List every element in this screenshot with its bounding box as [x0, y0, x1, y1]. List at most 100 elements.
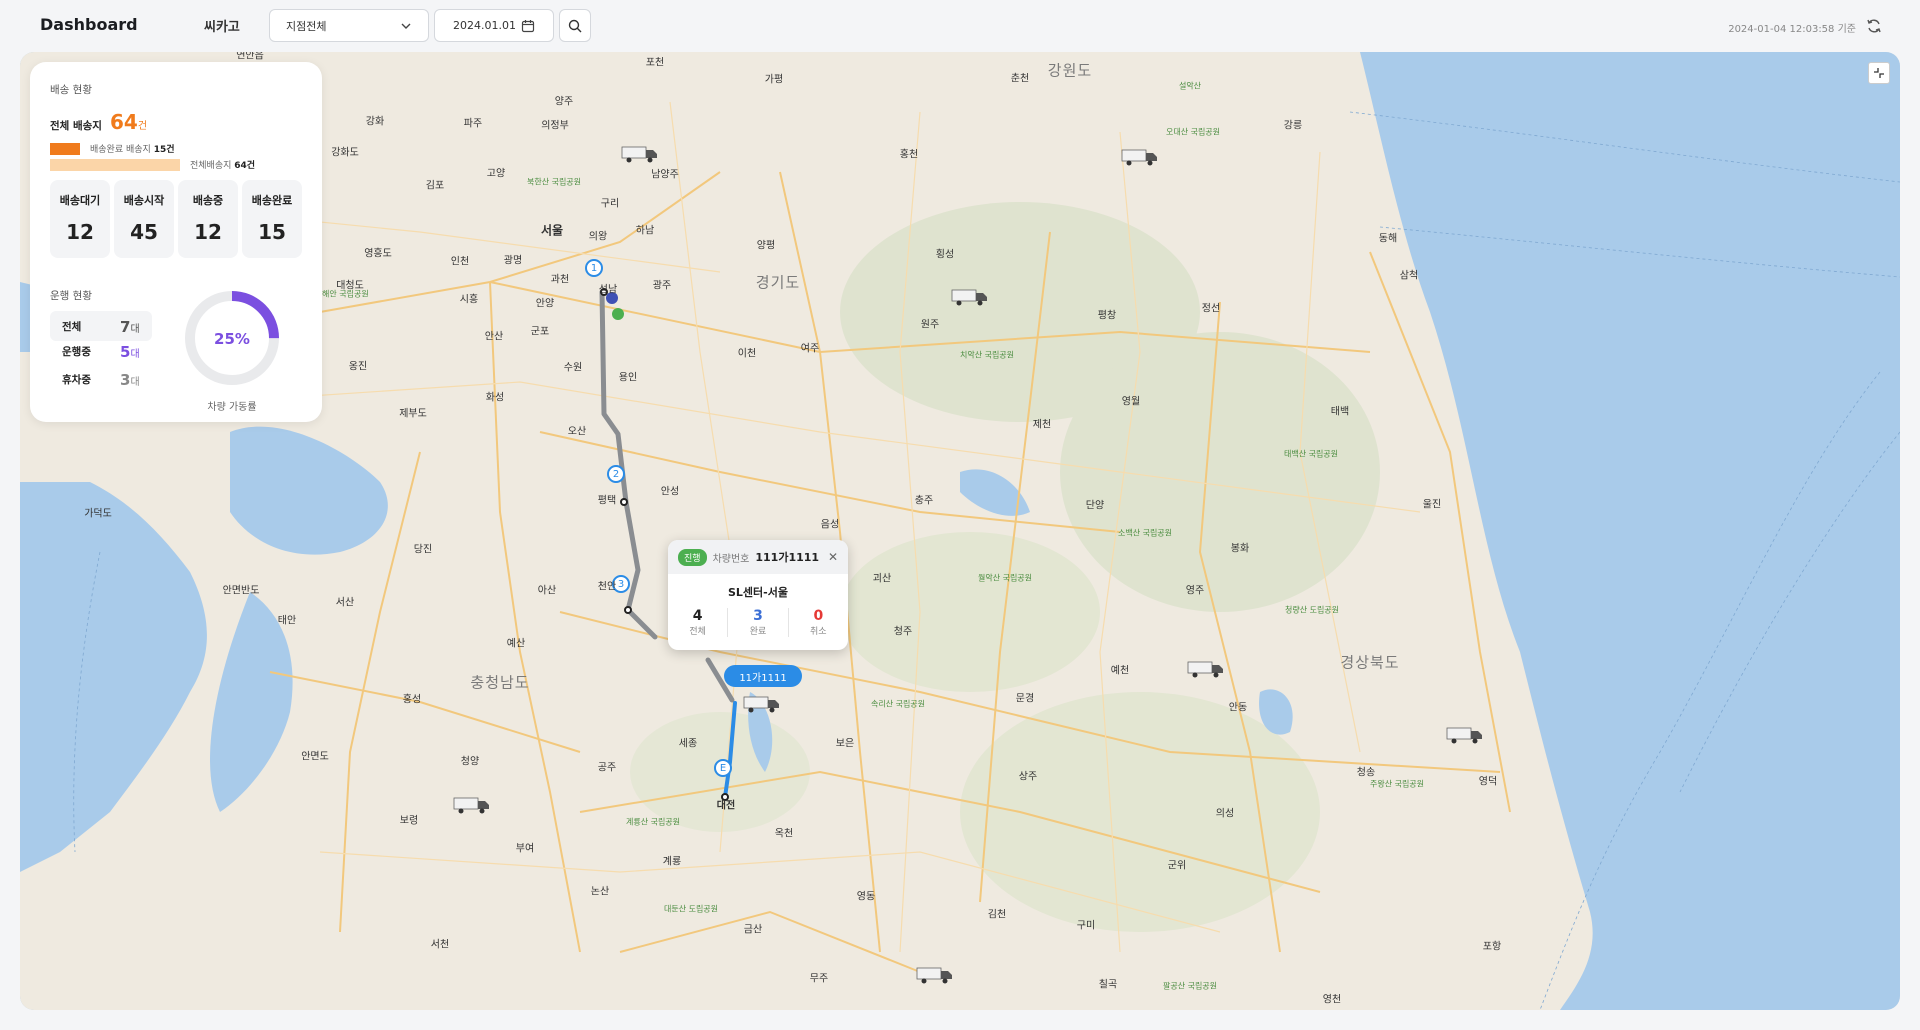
route-marker[interactable]: 2: [607, 465, 625, 483]
stats-panel: 배송 현황 전체 배송지 64건 배송완료 배송지 15건 전체배송지 64건 …: [30, 62, 322, 422]
status-card-done[interactable]: 배송완료 15: [242, 180, 302, 258]
truck-icon[interactable]: [452, 795, 492, 815]
map-city-label: 칠곡: [1098, 979, 1118, 991]
truck-icon[interactable]: [620, 144, 660, 164]
popup-stat-total: 4 전체: [668, 608, 729, 637]
status-card-in-progress[interactable]: 배송중 12: [178, 180, 238, 258]
route-marker[interactable]: E: [714, 759, 732, 777]
truck-icon[interactable]: [1120, 147, 1160, 167]
map-city-label: 보은: [835, 738, 855, 750]
stat-value: 0: [813, 608, 824, 624]
map-city-label: 인천: [450, 256, 470, 268]
truck-icon[interactable]: [915, 965, 955, 985]
map-city-label: 의성: [1215, 808, 1235, 820]
op-unit: 대: [130, 323, 140, 335]
map-city-label: 옹진: [348, 361, 368, 373]
op-label: 운행중: [62, 346, 91, 358]
map-park-label: 속리산 국립공원: [870, 699, 926, 709]
map-city-label: 의왕: [588, 231, 608, 243]
map-region-label: 경상북도: [1340, 653, 1400, 672]
map-city-label: 안면도: [301, 751, 329, 763]
map-city-label: 예천: [1110, 665, 1130, 677]
operation-status-title: 운행 현황: [50, 290, 92, 302]
op-label: 전체: [62, 320, 82, 333]
map-city-label: 과천: [550, 274, 570, 286]
map-city-label: 무주: [809, 973, 829, 985]
map-park-label: 월악산 국립공원: [977, 573, 1033, 583]
map-city-label: 봉화: [1230, 543, 1250, 555]
op-label: 휴차중: [62, 374, 91, 386]
map-city-label: 원주: [920, 319, 940, 331]
map-park-label: 소백산 국립공원: [1117, 528, 1173, 538]
map-city-label: 강화도: [331, 147, 359, 159]
map-city-label: 하남: [635, 225, 655, 237]
last-updated: 2024-01-04 12:03:58 기준: [1728, 24, 1856, 35]
map-city-label: 가평: [764, 74, 784, 86]
card-label: 배송완료: [251, 194, 293, 207]
utilization-label: 차량 가동률: [207, 402, 257, 413]
stat-value: 4: [692, 608, 703, 624]
date-picker[interactable]: 2024.01.01: [434, 9, 554, 42]
op-row-running: 운행중 5대: [50, 342, 140, 361]
map-city-label: 광주: [652, 280, 672, 292]
map-park-label: 태백산 국립공원: [1283, 449, 1339, 459]
branch-select-value: 지점전체: [286, 19, 327, 33]
truck-icon[interactable]: [1445, 725, 1485, 745]
map-park-label: 치악산 국립공원: [959, 350, 1015, 360]
map-city-label: 서산: [335, 597, 355, 609]
card-value: 12: [66, 220, 94, 244]
search-button[interactable]: [559, 9, 591, 42]
popup-stat-cancel: 0 취소: [789, 608, 848, 637]
card-label: 배송시작: [123, 194, 165, 207]
total-delivery-value: 64: [109, 110, 138, 134]
status-card-started[interactable]: 배송시작 45: [114, 180, 174, 258]
map-city-label: 춘천: [1010, 73, 1030, 85]
map-city-label: 양주: [554, 96, 574, 108]
truck-icon[interactable]: [950, 287, 990, 307]
map-city-label: 괴산: [872, 573, 892, 585]
map-city-label: 안산: [484, 331, 504, 343]
map-city-label: 단양: [1085, 500, 1105, 512]
vehicle-number-label: 차량번호: [712, 553, 750, 565]
map-city-label: 성남: [598, 284, 618, 296]
map-city-label: 옥천: [774, 828, 794, 840]
route-marker[interactable]: 1: [585, 259, 603, 277]
map-city-label: 군포: [530, 326, 550, 338]
delivery-status-title: 배송 현황: [50, 84, 92, 96]
map-city-label: 서울: [540, 223, 564, 238]
total-delivery-label: 전체 배송지: [50, 120, 102, 132]
popup-route: SL센터-서울: [728, 586, 788, 599]
truck-icon[interactable]: [742, 694, 782, 714]
status-card-waiting[interactable]: 배송대기 12: [50, 180, 110, 258]
map-city-label: 안성: [660, 486, 680, 498]
map-city-label: 세종: [678, 738, 698, 750]
close-icon[interactable]: ✕: [828, 550, 838, 564]
stat-label: 취소: [810, 627, 827, 637]
map-city-label: 가덕도: [84, 508, 112, 520]
collapse-icon: [1874, 68, 1884, 78]
vehicle-popup: 진행 차량번호 111가1111 ✕ SL센터-서울 4 전체 3 완료 0 취소: [668, 540, 848, 650]
map-city-label: 용인: [618, 372, 638, 384]
map-city-label: 여주: [800, 343, 820, 355]
map-city-label: 의정부: [541, 120, 569, 132]
vehicle-tag[interactable]: 11가1111: [724, 665, 802, 687]
map-city-label: 양평: [756, 240, 776, 252]
map-city-label: 안면반도: [222, 585, 260, 597]
done-bar-value: 15건: [153, 145, 175, 155]
map-city-label: 영주: [1185, 585, 1205, 597]
map-city-label: 김포: [425, 180, 445, 192]
date-value: 2024.01.01: [453, 19, 516, 32]
stat-label: 완료: [749, 627, 767, 637]
truck-icon[interactable]: [1186, 659, 1226, 679]
done-progress-bar: [50, 142, 80, 155]
collapse-map-button[interactable]: [1868, 62, 1890, 84]
total-delivery-unit: 건: [137, 121, 148, 132]
map-region-label: 경기도: [755, 273, 801, 292]
map-city-label: 이천: [737, 348, 757, 360]
branch-select[interactable]: 지점전체: [269, 9, 429, 42]
map-city-label: 남양주: [651, 169, 679, 181]
utilization-value: 25%: [214, 330, 250, 348]
refresh-icon[interactable]: [1866, 18, 1882, 34]
map-city-label: 안양: [535, 298, 555, 310]
op-unit: 대: [130, 349, 140, 360]
